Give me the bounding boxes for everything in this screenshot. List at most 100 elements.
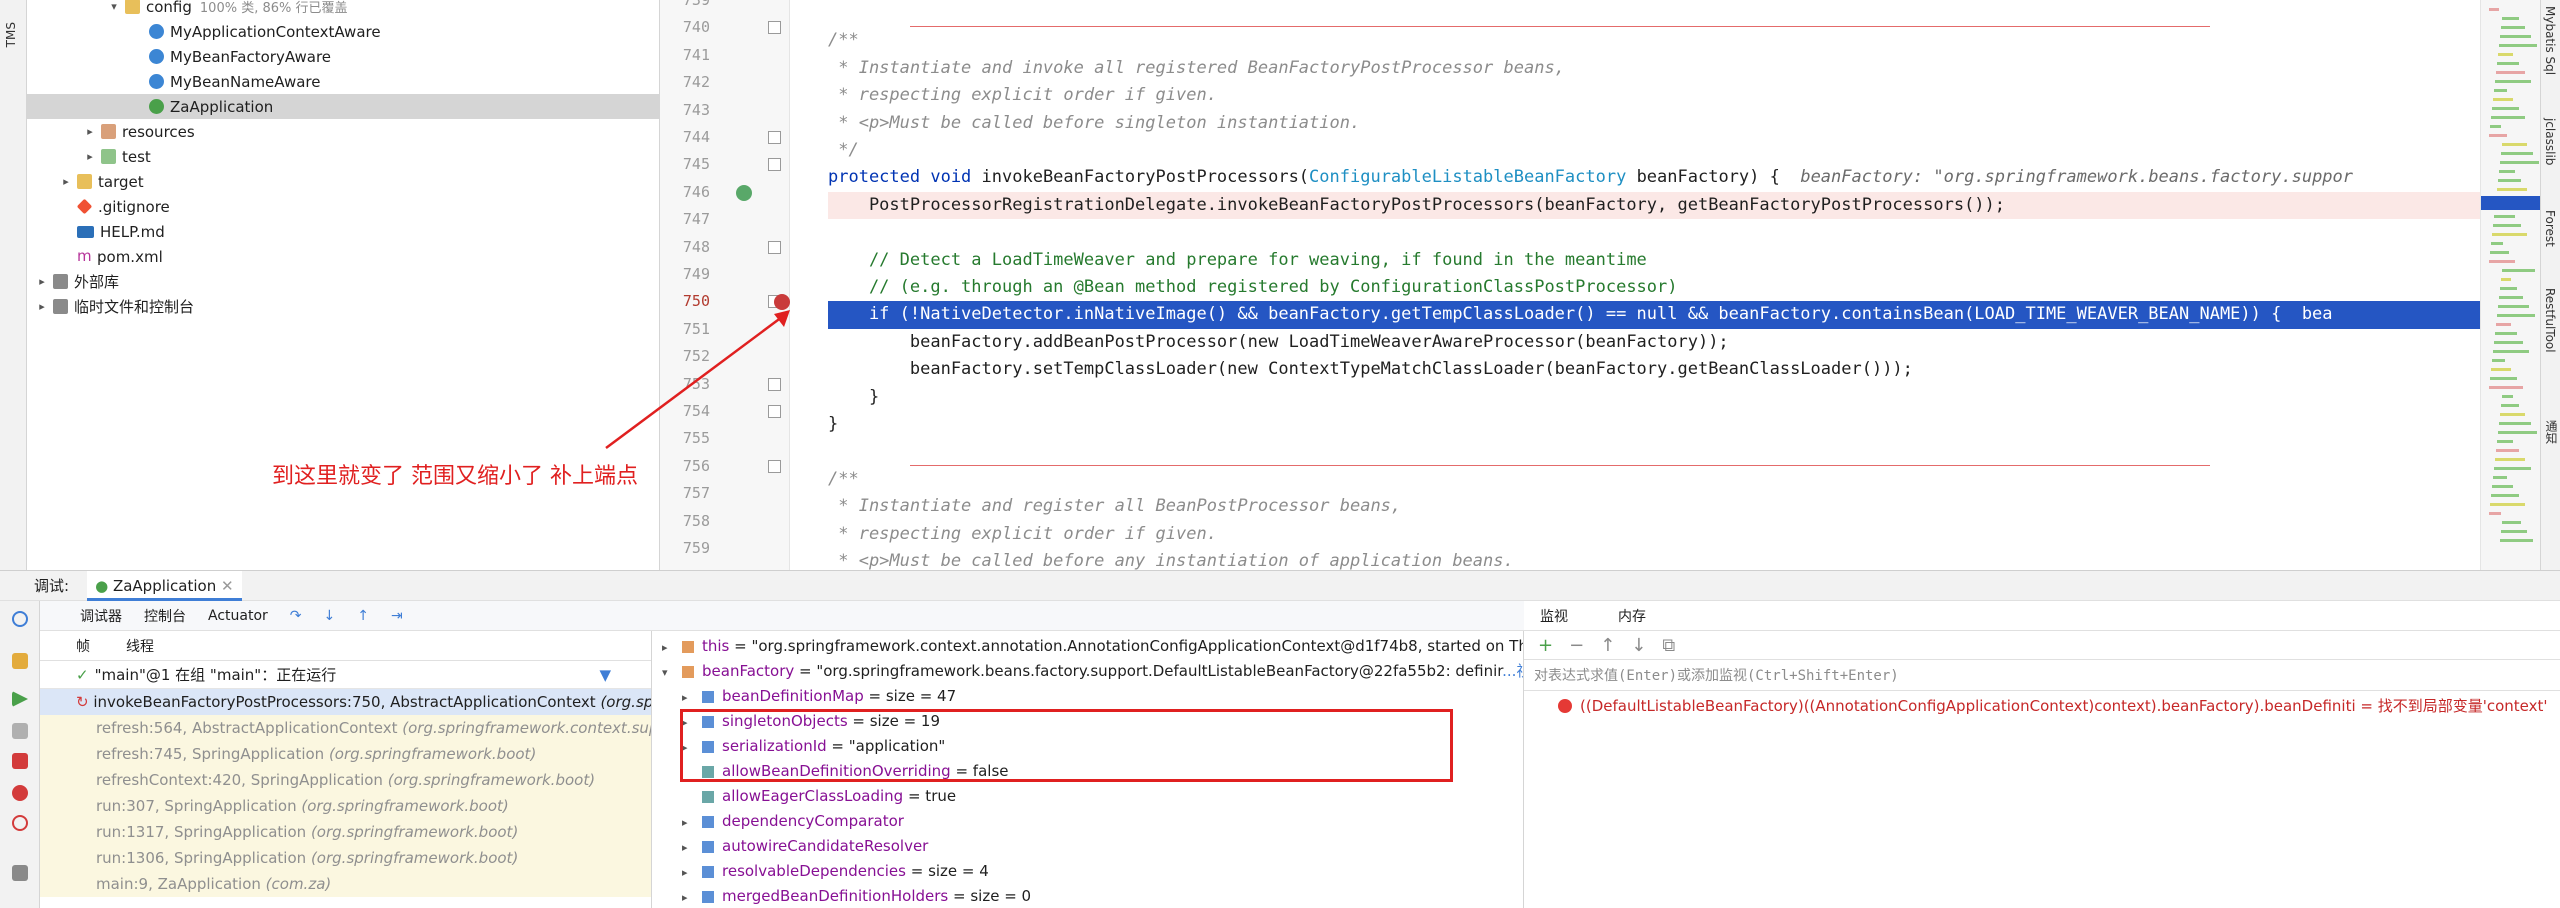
scrollbar-marker[interactable] <box>2494 215 2515 218</box>
variable-row[interactable]: ▸ resolvableDependencies = size = 4 <box>652 859 1523 884</box>
stack-frame[interactable]: ↻ invokeBeanFactoryPostProcessors:750, A… <box>40 689 651 715</box>
move-down-icon[interactable]: ↓ <box>1631 635 1646 656</box>
scrollbar-marker[interactable] <box>2502 269 2535 272</box>
tab-watch[interactable]: 监视 <box>1540 606 1568 626</box>
add-watch-icon[interactable]: + <box>1538 635 1553 656</box>
scrollbar-marker[interactable] <box>2499 170 2515 173</box>
scrollbar-marker[interactable] <box>2501 278 2511 281</box>
tree-item-zaapplication[interactable]: ZaApplication <box>27 94 660 119</box>
scrollbar-marker[interactable] <box>2492 233 2527 236</box>
stack-frame[interactable]: run:1317, SpringApplication (org.springf… <box>40 819 651 845</box>
scrollbar-marker[interactable] <box>2491 368 2511 371</box>
scrollbar-marker[interactable] <box>2490 377 2517 380</box>
tab-actuator[interactable]: Actuator <box>208 608 268 624</box>
watch-expression-input[interactable]: 对表达式求值(Enter)或添加监视(Ctrl+Shift+Enter) <box>1524 659 2560 691</box>
step-out-icon[interactable]: ↑ <box>357 608 369 624</box>
mute-breakpoints-icon[interactable] <box>12 815 28 831</box>
line-number[interactable]: 742 <box>660 69 710 96</box>
chevron-icon[interactable]: ▸ <box>35 300 49 313</box>
line-number[interactable]: 741 <box>660 42 710 69</box>
scrollbar-marker[interactable] <box>2502 395 2513 398</box>
expand-toggle-icon[interactable]: ▸ <box>682 685 700 710</box>
step-over-icon[interactable]: ↷ <box>290 608 302 624</box>
scrollbar-marker[interactable] <box>2491 116 2525 119</box>
jclasslib-tool-label[interactable]: jclasslib <box>2543 118 2557 165</box>
fold-marker-icon[interactable] <box>768 240 781 254</box>
line-number[interactable]: 739 <box>660 0 710 14</box>
line-number[interactable]: 746 <box>660 179 710 206</box>
chevron-icon[interactable]: ▸ <box>35 275 49 288</box>
fold-marker-icon[interactable] <box>768 131 781 144</box>
scrollbar-marker[interactable] <box>2499 44 2537 47</box>
scrollbar-marker[interactable] <box>2492 485 2513 488</box>
notifications-tool-label[interactable]: 通知 <box>2543 420 2560 444</box>
scrollbar-marker[interactable] <box>2497 314 2535 317</box>
scrollbar-marker[interactable] <box>2493 224 2521 227</box>
tree-item-target[interactable]: ▸ target <box>27 169 660 194</box>
stack-frame[interactable]: refresh:745, SpringApplication (org.spri… <box>40 741 651 767</box>
scrollbar-marker[interactable] <box>2496 449 2519 452</box>
scrollbar-marker[interactable] <box>2499 296 2523 299</box>
copy-icon[interactable]: ⧉ <box>1662 635 1675 656</box>
tab-console[interactable]: 控制台 <box>144 606 186 626</box>
variable-row[interactable]: ▾ beanFactory = "org.springframework.bean… <box>652 659 1523 684</box>
line-number[interactable]: 759 <box>660 535 710 562</box>
restfultool-tool-label[interactable]: RestfulTool <box>2543 288 2557 353</box>
tab-debugger[interactable]: 调试器 <box>40 606 122 626</box>
watch-result-row[interactable]: ((DefaultListableBeanFactory)((Annotatio… <box>1524 691 2560 721</box>
tree-item-[interactable]: ▸ 外部库 <box>27 269 660 294</box>
scrollbar-marker[interactable] <box>2491 494 2519 497</box>
tree-item-test[interactable]: ▸ test <box>27 144 660 169</box>
editor-scrollbar[interactable] <box>2480 0 2541 570</box>
scrollbar-marker[interactable] <box>2490 503 2525 506</box>
scrollbar-marker[interactable] <box>2492 359 2505 362</box>
scrollbar-marker[interactable] <box>2501 152 2533 155</box>
settings-icon[interactable] <box>12 653 28 669</box>
scrollbar-marker[interactable] <box>2490 251 2509 254</box>
expand-toggle-icon[interactable]: ▸ <box>682 835 700 860</box>
scrollbar-marker[interactable] <box>2498 179 2521 182</box>
scrollbar-marker[interactable] <box>2494 467 2531 470</box>
chevron-icon[interactable]: ▸ <box>59 175 73 188</box>
code-editor[interactable]: /** * Instantiate and invoke all registe… <box>790 0 2480 570</box>
fold-marker-icon[interactable] <box>768 459 781 473</box>
tree-item-myapplicationcontextaware[interactable]: MyApplicationContextAware <box>27 19 660 44</box>
line-number[interactable]: 745 <box>660 151 710 178</box>
tab-frames[interactable]: 帧 <box>76 636 90 656</box>
scrollbar-marker[interactable] <box>2489 260 2515 263</box>
forest-tool-label[interactable]: Forest <box>2543 210 2557 247</box>
mybatis-sql-tool-label[interactable]: Mybatis Sql <box>2543 6 2557 75</box>
chevron-icon[interactable]: ▸ <box>83 125 97 138</box>
stack-frame[interactable]: run:1306, SpringApplication (org.springf… <box>40 845 651 871</box>
scrollbar-marker[interactable] <box>2495 80 2531 83</box>
scrollbar-marker[interactable] <box>2489 134 2507 137</box>
variable-row[interactable]: ▸ mergedBeanDefinitionHolders = size = 0 <box>652 884 1523 908</box>
scrollbar-marker[interactable] <box>2495 332 2517 335</box>
tab-threads[interactable]: 线程 <box>126 636 154 656</box>
tree-item-config[interactable]: ▾ config 100% 类, 86% 行已覆盖 <box>27 0 660 19</box>
pause-icon[interactable] <box>12 723 28 739</box>
rerun-icon[interactable] <box>12 611 28 627</box>
scrollbar-marker[interactable] <box>2501 530 2527 533</box>
chevron-icon[interactable]: ▾ <box>107 0 121 13</box>
fold-marker-icon[interactable] <box>768 158 781 172</box>
step-into-icon[interactable]: ↓ <box>324 608 336 624</box>
stack-frame[interactable]: run:307, SpringApplication (org.springfr… <box>40 793 651 819</box>
stack-frame[interactable]: main:9, ZaApplication (com.za) <box>40 871 651 897</box>
expand-toggle-icon[interactable]: ▸ <box>682 810 700 835</box>
scrollbar-marker[interactable] <box>2489 386 2523 389</box>
variable-row[interactable]: ▸ this = "org.springframework.context.ann… <box>652 634 1523 659</box>
move-up-icon[interactable]: ↑ <box>1600 635 1615 656</box>
tab-memory[interactable]: 内存 <box>1618 606 1646 626</box>
scrollbar-marker[interactable] <box>2495 458 2525 461</box>
scrollbar-marker[interactable] <box>2491 242 2503 245</box>
scrollbar-marker[interactable] <box>2500 287 2517 290</box>
stop-icon[interactable] <box>12 753 28 769</box>
stack-frame[interactable]: refresh:564, AbstractApplicationContext … <box>40 715 651 741</box>
scrollbar-marker[interactable] <box>2489 8 2499 11</box>
line-number[interactable]: 747 <box>660 206 710 233</box>
scrollbar-marker[interactable] <box>2496 71 2525 74</box>
line-number[interactable]: 757 <box>660 480 710 507</box>
view-link[interactable]: ...视图 <box>1502 662 1523 680</box>
tree-item-help-md[interactable]: HELP.md <box>27 219 660 244</box>
